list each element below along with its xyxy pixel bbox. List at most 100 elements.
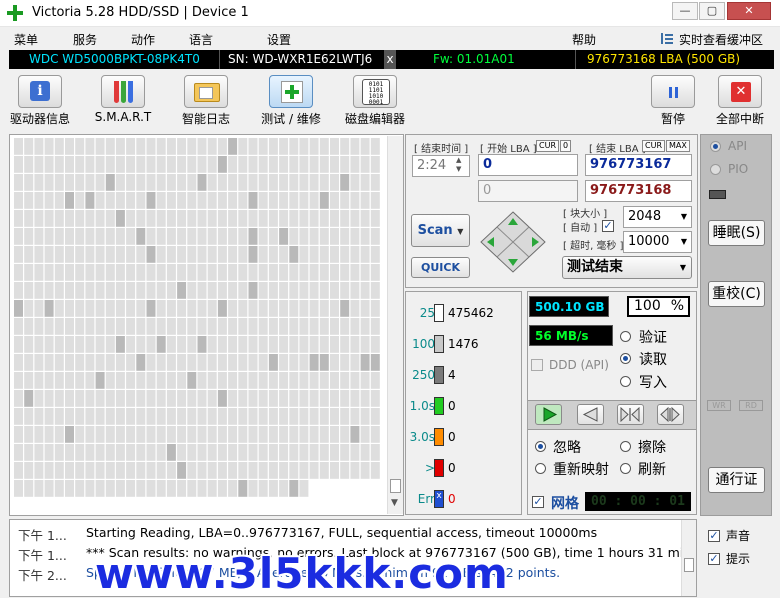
quick-button[interactable]: QUICK [411, 257, 470, 278]
sector-block [289, 156, 299, 173]
sector-block [238, 210, 248, 227]
sector-block [330, 264, 339, 281]
log-folder-icon [184, 75, 228, 108]
menu-item-settings[interactable]: 设置 [267, 31, 291, 48]
latency-color-swatch [434, 335, 444, 353]
end-max-button[interactable]: MAX [666, 140, 690, 152]
grid-checkbox[interactable]: ✓ [532, 496, 544, 508]
sector-block [156, 426, 166, 443]
sector-block [238, 354, 248, 371]
jump-button[interactable] [617, 404, 644, 425]
sector-block [217, 462, 227, 479]
sector-block [360, 354, 370, 371]
sector-block [228, 300, 238, 317]
sector-block [319, 390, 329, 407]
sector-block [217, 228, 227, 245]
smart-button[interactable]: S.M.A.R.T [81, 73, 165, 127]
grid-scrollbar[interactable]: ▼ [387, 136, 403, 514]
erase-radio[interactable] [620, 441, 631, 452]
remap-radio[interactable] [535, 463, 546, 474]
sector-block [187, 354, 197, 371]
auto-checkbox[interactable]: ✓ [602, 220, 614, 232]
sector-block [54, 174, 64, 191]
smart-log-label: 智能日志 [181, 112, 230, 126]
menu-item-language[interactable]: 语言 [189, 31, 213, 48]
disk-editor-button[interactable]: 0101 1101 1010 0001 磁盘编辑器 [333, 73, 417, 127]
sector-block [65, 138, 74, 155]
close-button[interactable]: ✕ [727, 2, 771, 20]
sector-block [177, 228, 187, 245]
pio-radio[interactable] [710, 164, 721, 175]
split-button[interactable] [657, 404, 684, 425]
sector-block [207, 480, 217, 497]
menu-item-action[interactable]: 动作 [131, 31, 155, 48]
sector-block [105, 300, 115, 317]
sector-block [65, 318, 74, 335]
sound-checkbox[interactable]: ✓ [708, 530, 720, 542]
sleep-button[interactable]: 睡眠(S) [708, 220, 765, 246]
abort-all-button[interactable]: ✕ 全部中断 [698, 73, 780, 127]
menu-item-help[interactable]: 帮助 [572, 31, 596, 48]
scan-button[interactable]: Scan ▼ [411, 214, 470, 247]
test-repair-button[interactable]: 测试 / 维修 [249, 73, 333, 127]
sector-block [95, 426, 105, 443]
ddd-checkbox[interactable] [531, 359, 543, 371]
end-lba-input[interactable]: 976773167 [585, 154, 692, 176]
sector-block [360, 246, 370, 263]
reverse-button[interactable] [577, 404, 604, 425]
title-bar[interactable]: Victoria 5.28 HDD/SSD | Device 1 — ▢ ✕ [0, 0, 780, 27]
device-close-button[interactable]: x [384, 50, 396, 69]
passport-button[interactable]: 通行证 [708, 467, 765, 493]
start-cur-button[interactable]: CUR [536, 140, 559, 152]
sector-block [146, 480, 156, 497]
recalibrate-button[interactable]: 重校(C) [708, 281, 765, 307]
sector-block [228, 444, 238, 461]
spin-icon[interactable]: ▲ ▼ [456, 156, 461, 174]
result-select[interactable]: 测试结束 ▼ [562, 256, 692, 279]
direction-pad[interactable] [479, 210, 547, 274]
sector-block [279, 156, 289, 173]
progress-box: 100 % [627, 296, 690, 317]
pause-icon [651, 75, 695, 108]
log-scrollbar[interactable] [681, 520, 696, 596]
sector-block [370, 336, 380, 353]
read-radio[interactable] [620, 353, 631, 364]
block-size-select[interactable]: 2048 ▼ [623, 206, 692, 228]
refresh-radio[interactable] [620, 463, 631, 474]
sector-block [197, 228, 207, 245]
sector-block [54, 480, 64, 497]
sector-block [156, 336, 166, 353]
sector-block [54, 426, 64, 443]
menu-item-menu[interactable]: 菜单 [14, 31, 38, 48]
sector-block [14, 246, 23, 263]
end-cur-button[interactable]: CUR [642, 140, 665, 152]
smart-log-button[interactable]: 智能日志 [164, 73, 248, 127]
start-lba-input[interactable]: 0 [478, 154, 578, 176]
realtime-buffer-button[interactable]: 实时查看缓冲区 [679, 31, 763, 48]
sector-block [166, 480, 176, 497]
verify-radio[interactable] [620, 331, 631, 342]
sector-block [95, 246, 105, 263]
sector-block [146, 390, 156, 407]
menu-item-service[interactable]: 服务 [73, 31, 97, 48]
start-zero-button[interactable]: 0 [560, 140, 572, 152]
sector-block [54, 336, 64, 353]
sector-block [238, 192, 248, 209]
write-radio[interactable] [620, 376, 631, 387]
sector-block [126, 390, 136, 407]
sector-block [166, 354, 176, 371]
timeout-select[interactable]: 10000 ▼ [623, 231, 692, 253]
api-radio[interactable] [710, 141, 721, 152]
sector-block [34, 372, 44, 389]
sector-block [105, 480, 115, 497]
sector-block [166, 156, 176, 173]
maximize-button[interactable]: ▢ [699, 2, 725, 20]
ignore-radio[interactable] [535, 441, 546, 452]
sector-block [350, 228, 360, 245]
minimize-button[interactable]: — [672, 2, 698, 20]
play-button[interactable] [535, 404, 562, 425]
hints-checkbox[interactable]: ✓ [708, 553, 720, 565]
refresh-label: 刷新 [638, 462, 666, 478]
drive-info-button[interactable]: i 驱动器信息 [0, 73, 82, 127]
sector-block [136, 318, 146, 335]
